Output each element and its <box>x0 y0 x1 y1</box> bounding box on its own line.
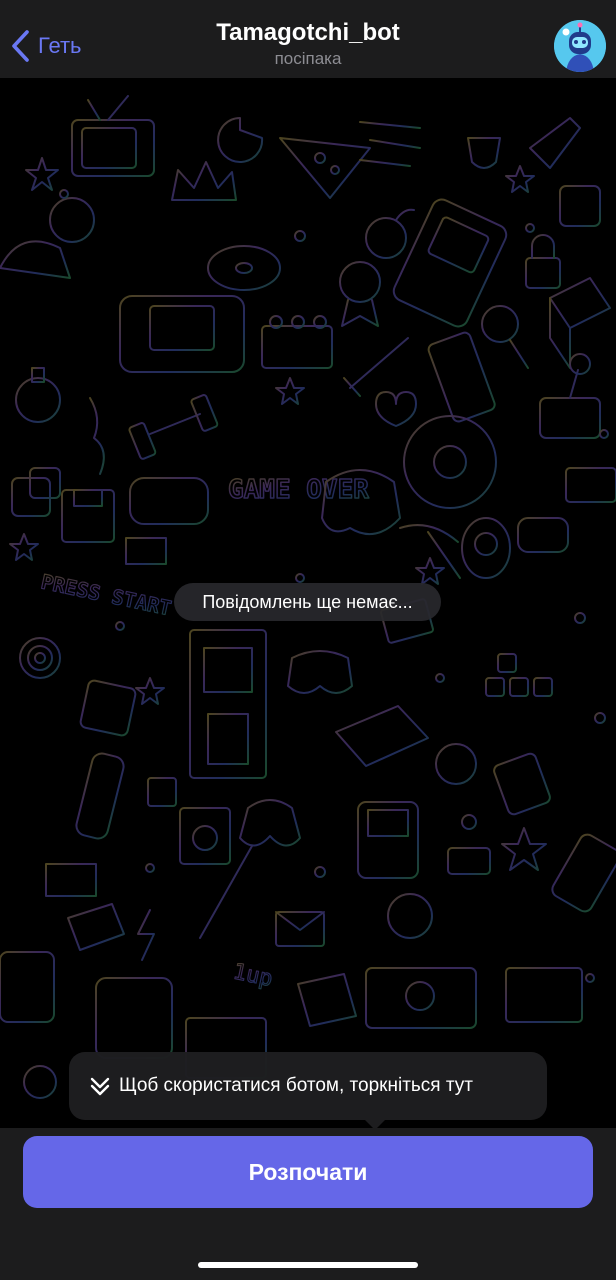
back-button[interactable]: Геть <box>10 24 81 68</box>
chat-title-block[interactable]: Tamagotchi_bot посіпака <box>120 18 496 70</box>
game-over-text: GAME OVER <box>228 475 369 505</box>
chat-title: Tamagotchi_bot <box>216 19 400 46</box>
empty-chat-message: Повідомлень ще немає... <box>174 583 441 621</box>
back-label: Геть <box>38 33 82 58</box>
chat-header: Геть Tamagotchi_bot посіпака <box>0 0 616 78</box>
svg-text:1up: 1up <box>231 959 275 992</box>
robot-avatar-icon <box>554 20 606 72</box>
tooltip-text: Щоб скористатися ботом, торкніться тут <box>119 1075 473 1096</box>
home-indicator[interactable] <box>198 1262 418 1268</box>
start-button[interactable]: Розпочати <box>23 1136 593 1208</box>
double-chevron-down-icon <box>90 1077 110 1096</box>
press-start-text: PRESS START <box>39 569 174 620</box>
bottom-bar: Розпочати <box>0 1128 616 1280</box>
chevron-left-icon <box>12 30 29 62</box>
start-hint-tooltip: Щоб скористатися ботом, торкніться тут <box>69 1052 547 1130</box>
bot-avatar[interactable] <box>554 20 606 72</box>
chat-screen: GAME OVER PRESS START 1up Геть Tamagotch… <box>0 0 616 1280</box>
chat-subtitle: посіпака <box>274 49 342 68</box>
